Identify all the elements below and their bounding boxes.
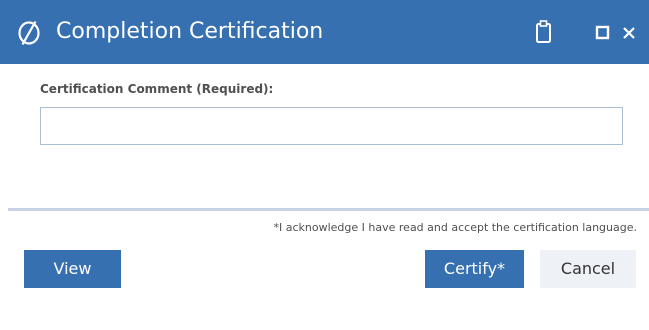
comment-label: Certification Comment (Required): xyxy=(40,82,274,96)
maximize-button[interactable] xyxy=(593,19,613,45)
maximize-icon xyxy=(595,25,610,40)
completion-certification-dialog: Completion Certification Certification C… xyxy=(0,0,649,330)
acknowledgement-text: *I acknowledge I have read and accept th… xyxy=(273,221,637,234)
close-icon xyxy=(623,27,635,39)
dialog-title: Completion Certification xyxy=(56,19,324,44)
cancel-button[interactable]: Cancel xyxy=(540,250,636,288)
footer-divider xyxy=(8,208,649,211)
clipboard-icon xyxy=(536,20,551,43)
view-button[interactable]: View xyxy=(24,250,121,288)
certification-comment-input[interactable] xyxy=(40,107,623,145)
dialog-title-bar[interactable]: Completion Certification xyxy=(0,0,649,64)
oval-slash-logo-icon xyxy=(18,20,40,46)
clipboard-button[interactable] xyxy=(533,19,555,45)
certify-button[interactable]: Certify* xyxy=(425,250,524,288)
close-button[interactable] xyxy=(619,19,639,45)
